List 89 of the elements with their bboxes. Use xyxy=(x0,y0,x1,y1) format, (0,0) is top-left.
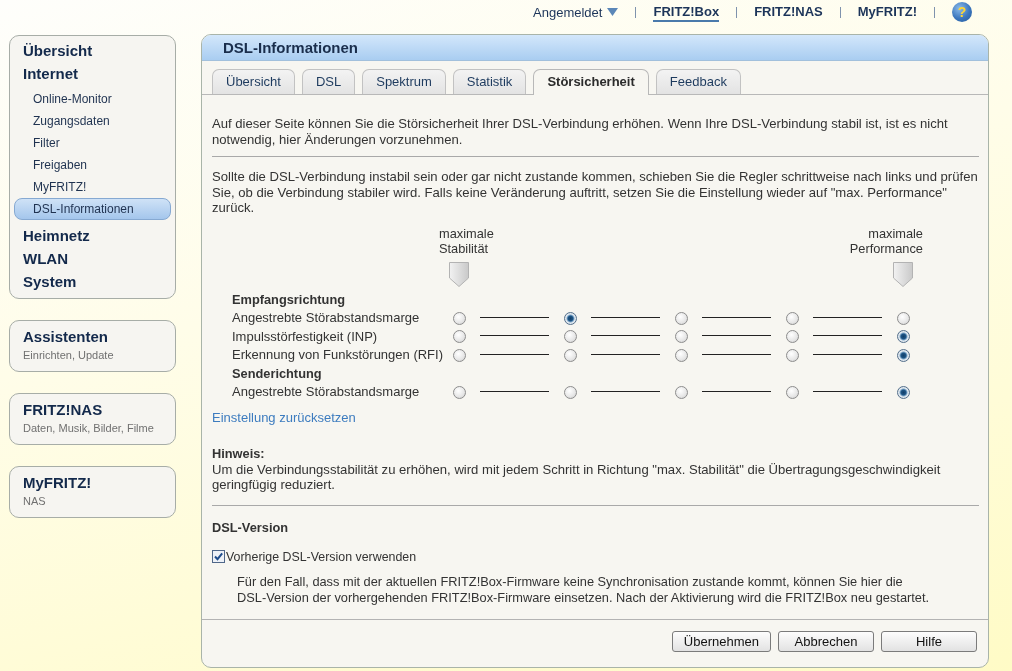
scale-label: maximale Stabilität xyxy=(439,225,494,256)
top-nav-link[interactable]: FRITZ!Box xyxy=(653,2,720,22)
card-title: FRITZ!NAS xyxy=(23,400,104,420)
checkbox[interactable] xyxy=(212,550,225,563)
setting-label: Angestrebte Störabstandsmarge xyxy=(231,383,421,401)
connector-line xyxy=(702,316,771,318)
radio-button[interactable] xyxy=(563,311,577,325)
card-subtitle: Einrichten, Update xyxy=(23,348,115,363)
sidebar-card[interactable]: FRITZ!NAS Daten, Musik, Bilder, Filme xyxy=(9,393,176,445)
nav-subitem[interactable]: Online-Monitor xyxy=(14,88,171,110)
nav-subitem[interactable]: Freigaben xyxy=(14,154,171,176)
radio-button[interactable] xyxy=(563,385,577,399)
radio-button[interactable] xyxy=(896,311,910,325)
down-marker-icon xyxy=(449,261,469,287)
top-nav-link[interactable]: MyFRITZ! xyxy=(857,2,917,22)
nav-item[interactable]: System xyxy=(10,270,175,293)
connector-line xyxy=(480,353,549,355)
down-marker-icon xyxy=(893,261,913,287)
radio-button[interactable] xyxy=(563,348,577,362)
radio-button[interactable] xyxy=(674,348,688,362)
tab[interactable]: Statistik xyxy=(452,69,527,94)
connector-line xyxy=(591,335,660,337)
nav-item[interactable]: Internet xyxy=(10,62,175,85)
connector-line xyxy=(591,353,660,355)
nav-subitem[interactable]: MyFRITZ! xyxy=(14,176,171,198)
nav-item[interactable]: Heimnetz xyxy=(10,224,175,247)
radio-button[interactable] xyxy=(674,385,688,399)
radio-button[interactable] xyxy=(785,311,799,325)
radio-button[interactable] xyxy=(452,330,466,344)
top-nav-link[interactable]: FRITZ!NAS xyxy=(754,2,823,22)
footer-button[interactable]: Hilfe xyxy=(881,630,977,652)
connector-line xyxy=(813,335,882,337)
setting-label: Angestrebte Störabstandsmarge xyxy=(231,309,421,327)
checkbox-label[interactable]: Vorherige DSL-Version verwenden xyxy=(226,549,417,564)
scale-label: maximale Performance xyxy=(849,225,923,256)
card-title: MyFRITZ! xyxy=(23,473,93,493)
connector-line xyxy=(813,316,882,318)
nav-item[interactable]: Übersicht xyxy=(10,39,175,62)
connector-line xyxy=(813,353,882,355)
card-subtitle: Daten, Musik, Bilder, Filme xyxy=(23,421,155,436)
radio-button[interactable] xyxy=(896,330,910,344)
card-subtitle: NAS xyxy=(23,494,47,509)
section-heading: DSL-Version xyxy=(212,518,290,537)
tab[interactable]: Feedback xyxy=(655,69,741,94)
radio-button[interactable] xyxy=(785,348,799,362)
tab[interactable]: Übersicht xyxy=(212,69,295,94)
intro-text: Auf dieser Seite können Sie die Störsicherheit Ihrer DSL-Verbindung erhöhen. Wenn Ihre DSL-Verbindung stabil ist, ist es nicht notwendig, hier Änderungen vorzunehmen. xyxy=(212,116,949,147)
connector-line xyxy=(591,316,660,318)
card-title: Assistenten xyxy=(23,327,110,347)
nav-subitem[interactable]: Filter xyxy=(14,132,171,154)
footer-button[interactable]: Abbrechen xyxy=(778,630,874,652)
radio-button[interactable] xyxy=(452,311,466,325)
footer-button[interactable]: Übernehmen xyxy=(671,630,771,652)
sidebar-card[interactable]: Assistenten Einrichten, Update xyxy=(9,320,176,372)
radio-button[interactable] xyxy=(785,385,799,399)
radio-button[interactable] xyxy=(452,348,466,362)
connector-line xyxy=(702,335,771,337)
connector-line xyxy=(702,353,771,355)
panel-title: DSL-Informationen xyxy=(223,39,358,56)
radio-button[interactable] xyxy=(674,311,688,325)
connector-line xyxy=(702,390,771,392)
section-heading: Senderichtung xyxy=(231,364,323,383)
reset-link[interactable]: Einstellung zurücksetzen xyxy=(212,409,356,425)
description-text: Für den Fall, dass mit der aktuellen FRITZ!Box-Firmware keine Synchronisation zustande kommt, können Sie hier die DSL-Version der vorhergehenden FRITZ!Box-Firmware einsetzen. Nach der Aktivierung wird die FRITZ!Box neu gestartet. xyxy=(237,573,931,607)
caret-icon xyxy=(607,8,619,16)
tab[interactable]: Spektrum xyxy=(362,69,446,94)
note-text: Um die Verbindungsstabilität zu erhöhen, wird mit jedem Schritt in Richtung "max. Stabilität" die Übertragungsgeschwindigkeit geringfügig reduziert. xyxy=(212,461,942,493)
setting-label: Impulsstörfestigkeit (INP) xyxy=(231,327,379,346)
instruction-text: Sollte die DSL-Verbindung instabil sein oder gar nicht zustande kommen, schieben Sie die Regler schrittweise nach links und prüfen Sie, ob die Verbindung stabiler wird. Falls keine Veränderung auftritt, setzen Sie die Einstellung wieder auf "max. Performance" zurück. xyxy=(212,169,979,216)
tab[interactable]: DSL xyxy=(301,69,356,94)
radio-button[interactable] xyxy=(674,330,688,344)
nav-item[interactable]: WLAN xyxy=(10,247,175,270)
note-heading: Hinweis: xyxy=(212,446,266,462)
connector-line xyxy=(480,335,549,337)
radio-button[interactable] xyxy=(896,385,910,399)
nav-subitem[interactable]: DSL-Informationen xyxy=(14,198,171,220)
connector-line xyxy=(591,390,660,392)
radio-button[interactable] xyxy=(563,330,577,344)
radio-button[interactable] xyxy=(452,385,466,399)
nav-subitem[interactable]: Zugangsdaten xyxy=(14,110,171,132)
account-menu[interactable]: Angemeldet xyxy=(533,4,619,20)
radio-button[interactable] xyxy=(896,348,910,362)
connector-line xyxy=(480,316,549,318)
sidebar-card[interactable]: MyFRITZ! NAS xyxy=(9,466,176,518)
section-heading: Empfangsrichtung xyxy=(231,290,347,309)
connector-line xyxy=(480,390,549,392)
connector-line xyxy=(813,390,882,392)
tab[interactable]: Störsicherheit xyxy=(533,69,649,95)
radio-button[interactable] xyxy=(785,330,799,344)
